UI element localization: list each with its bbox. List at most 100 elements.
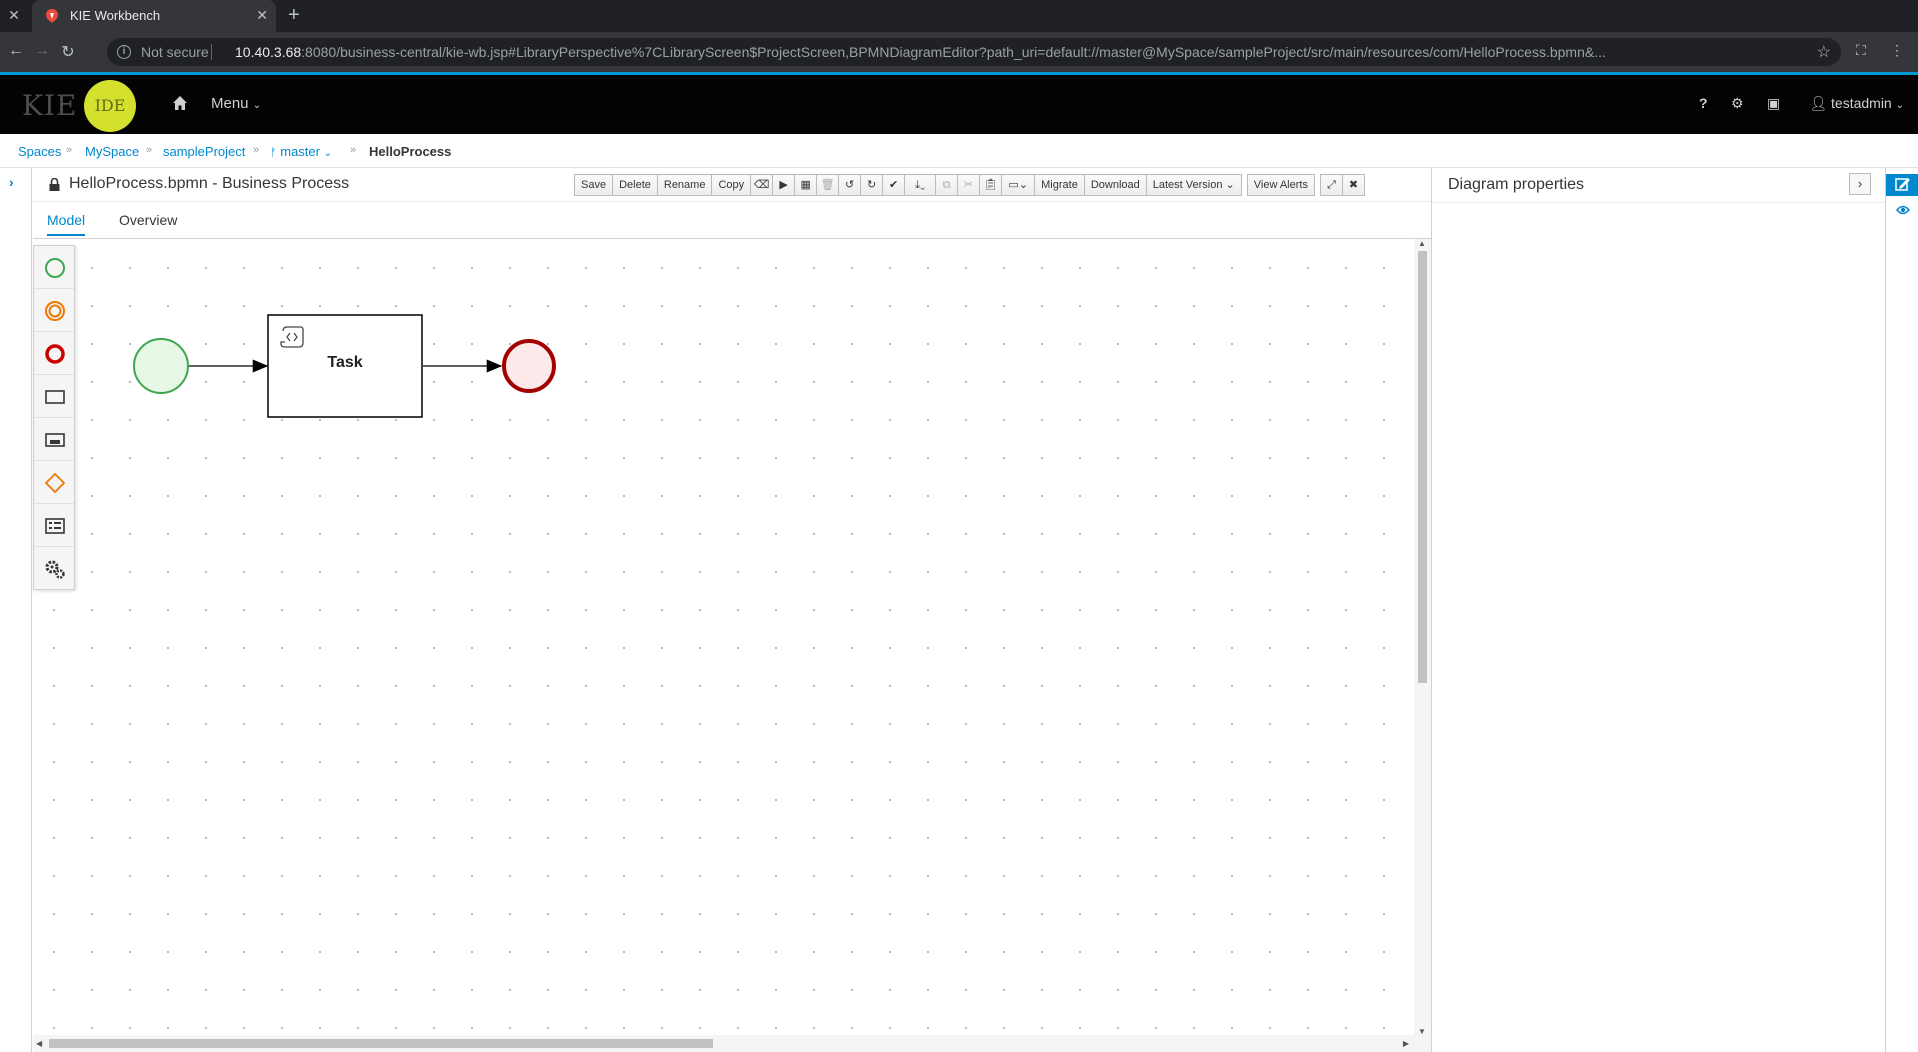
- copy-shape-icon[interactable]: ⧉: [935, 174, 959, 196]
- branch-icon: ᚠ: [270, 147, 277, 159]
- eye-icon[interactable]: [1896, 204, 1910, 216]
- settings-gear-icon[interactable]: ⚙: [1731, 95, 1744, 112]
- help-icon[interactable]: ?: [1699, 95, 1708, 111]
- palette-service-tasks[interactable]: [34, 547, 74, 590]
- user-name: testadmin: [1831, 95, 1892, 111]
- edit-icon: [1895, 178, 1910, 191]
- url-path: :8080/business-central/kie-wb.jsp#Librar…: [301, 44, 1606, 60]
- chevron-down-icon: ⌄: [1895, 100, 1904, 111]
- chevron-down-icon: ⌄: [1225, 179, 1235, 191]
- delete-button[interactable]: Delete: [612, 174, 658, 196]
- paste-icon[interactable]: 📋︎: [979, 174, 1003, 196]
- vertical-scroll-thumb[interactable]: [1418, 251, 1427, 683]
- latest-version-dropdown[interactable]: Latest Version ⌄: [1145, 174, 1242, 196]
- palette-start-events[interactable]: [34, 246, 74, 289]
- menu-label: Menu: [211, 95, 249, 112]
- play-icon[interactable]: ▶: [772, 174, 796, 196]
- properties-divider: [1432, 202, 1886, 203]
- extension-icon[interactable]: ⛶: [1856, 42, 1866, 59]
- expand-panel-icon[interactable]: ›: [9, 174, 14, 190]
- copy-button[interactable]: Copy: [711, 174, 752, 196]
- intermediate-event-icon: [45, 301, 65, 321]
- chevron-down-icon: ⌄: [323, 148, 332, 159]
- cut-icon[interactable]: ✂: [957, 174, 981, 196]
- user-menu-button[interactable]: 👤︎ testadmin ⌄: [1809, 95, 1904, 112]
- info-icon[interactable]: i: [117, 45, 131, 59]
- new-tab-button[interactable]: +: [288, 4, 300, 27]
- breadcrumb-space[interactable]: MySpace: [85, 144, 139, 159]
- start-event[interactable]: [133, 338, 189, 394]
- tab-model[interactable]: Model: [47, 212, 86, 236]
- task-label: Task: [327, 354, 363, 371]
- redo-icon[interactable]: ↻: [860, 174, 884, 196]
- grid-icon[interactable]: ▦: [794, 174, 818, 196]
- collapse-panel-button[interactable]: ›: [1849, 173, 1871, 195]
- forward-icon[interactable]: →: [32, 42, 52, 60]
- palette-intermediate-events[interactable]: [34, 289, 74, 332]
- editor-title: HelloProcess.bpmn - Business Process: [69, 175, 350, 192]
- right-tool-rail: [1885, 168, 1918, 1052]
- kie-favicon-icon: [46, 9, 58, 23]
- horizontal-scrollbar[interactable]: ◀ ▶: [33, 1035, 1431, 1052]
- horizontal-scroll-thumb[interactable]: [49, 1039, 713, 1048]
- eraser-icon[interactable]: ⌫: [750, 174, 774, 196]
- url-text[interactable]: 10.40.3.68:8080/business-central/kie-wb.…: [235, 44, 1795, 60]
- back-icon[interactable]: ←: [6, 42, 26, 60]
- tab-close-icon[interactable]: ✕: [256, 7, 268, 24]
- undo-icon[interactable]: ↺: [838, 174, 862, 196]
- editor-title-row: HelloProcess.bpmn - Business Process Sav…: [33, 168, 1431, 202]
- trash-icon[interactable]: 🗑︎: [816, 174, 840, 196]
- task-inbox-icon[interactable]: ▣: [1767, 95, 1780, 112]
- breadcrumb-current: HelloProcess: [369, 144, 452, 159]
- diagram-properties-panel: Diagram properties ›: [1431, 168, 1886, 1052]
- app-header: KIE IDE Menu ⌄ ? ⚙ ▣ 👤︎ testadmin ⌄: [0, 75, 1918, 134]
- main-menu-button[interactable]: Menu ⌄: [211, 95, 261, 112]
- editor-tabs: Model Overview: [33, 202, 1431, 238]
- ide-logo-circle: IDE: [84, 80, 136, 132]
- scroll-left-icon[interactable]: ◀: [36, 1039, 42, 1048]
- download-button[interactable]: Download: [1083, 174, 1147, 196]
- tab-overview[interactable]: Overview: [119, 212, 177, 228]
- branch-label: master: [280, 144, 320, 159]
- palette-subprocesses[interactable]: [34, 418, 74, 461]
- format-dropdown-icon[interactable]: ▭⌄: [1001, 174, 1036, 196]
- bpmn-editor: HelloProcess.bpmn - Business Process Sav…: [33, 168, 1431, 1052]
- reload-icon[interactable]: ↻: [58, 42, 78, 62]
- palette-gateways[interactable]: [34, 461, 74, 504]
- scroll-up-icon[interactable]: ▲: [1418, 239, 1426, 248]
- view-alerts-button[interactable]: View Alerts: [1246, 174, 1315, 196]
- gears-icon: [45, 560, 65, 579]
- lock-icon: [49, 178, 60, 191]
- scroll-right-icon[interactable]: ▶: [1403, 1039, 1409, 1048]
- browser-menu-icon[interactable]: ⋮: [1890, 42, 1904, 59]
- end-event-icon: [45, 344, 65, 364]
- bookmark-star-icon[interactable]: ☆: [1817, 42, 1831, 62]
- palette-end-events[interactable]: [34, 332, 74, 375]
- vertical-scrollbar[interactable]: ▲ ▼: [1414, 239, 1431, 1036]
- breadcrumb-branch-selector[interactable]: ᚠ master ⌄: [270, 144, 332, 159]
- breadcrumb-separator-icon: »: [146, 144, 153, 156]
- close-icon[interactable]: ✖: [1341, 174, 1365, 196]
- url-field[interactable]: i Not secure 10.40.3.68:8080/business-ce…: [107, 38, 1841, 66]
- maximize-icon[interactable]: ⤢: [1319, 174, 1343, 196]
- close-window-icon[interactable]: ✕: [6, 7, 22, 23]
- export-dropdown-icon[interactable]: ⤓⌄: [904, 174, 937, 196]
- palette-activities[interactable]: [34, 375, 74, 418]
- rename-button[interactable]: Rename: [656, 174, 713, 196]
- validate-check-icon[interactable]: ✔: [882, 174, 906, 196]
- breadcrumb-project[interactable]: sampleProject: [163, 144, 245, 159]
- breadcrumb-separator-icon: »: [350, 144, 357, 156]
- palette-artifacts[interactable]: [34, 504, 74, 547]
- diagram-canvas[interactable]: Task: [33, 239, 1414, 1036]
- breadcrumb-spaces[interactable]: Spaces: [18, 144, 61, 159]
- task-icon: [45, 390, 65, 404]
- browser-tab[interactable]: KIE Workbench ✕: [32, 0, 276, 32]
- breadcrumb-separator-icon: »: [253, 144, 260, 156]
- migrate-button[interactable]: Migrate: [1034, 174, 1085, 196]
- left-collapsed-panel: ›: [0, 168, 32, 1052]
- home-icon[interactable]: [172, 95, 188, 111]
- properties-edit-button[interactable]: [1886, 174, 1918, 196]
- editor-toolbar: Save Delete Rename Copy ⌫ ▶ ▦ 🗑︎ ↺ ↻ ✔ ⤓…: [574, 174, 1365, 196]
- save-button[interactable]: Save: [574, 174, 614, 196]
- end-event[interactable]: [502, 339, 556, 393]
